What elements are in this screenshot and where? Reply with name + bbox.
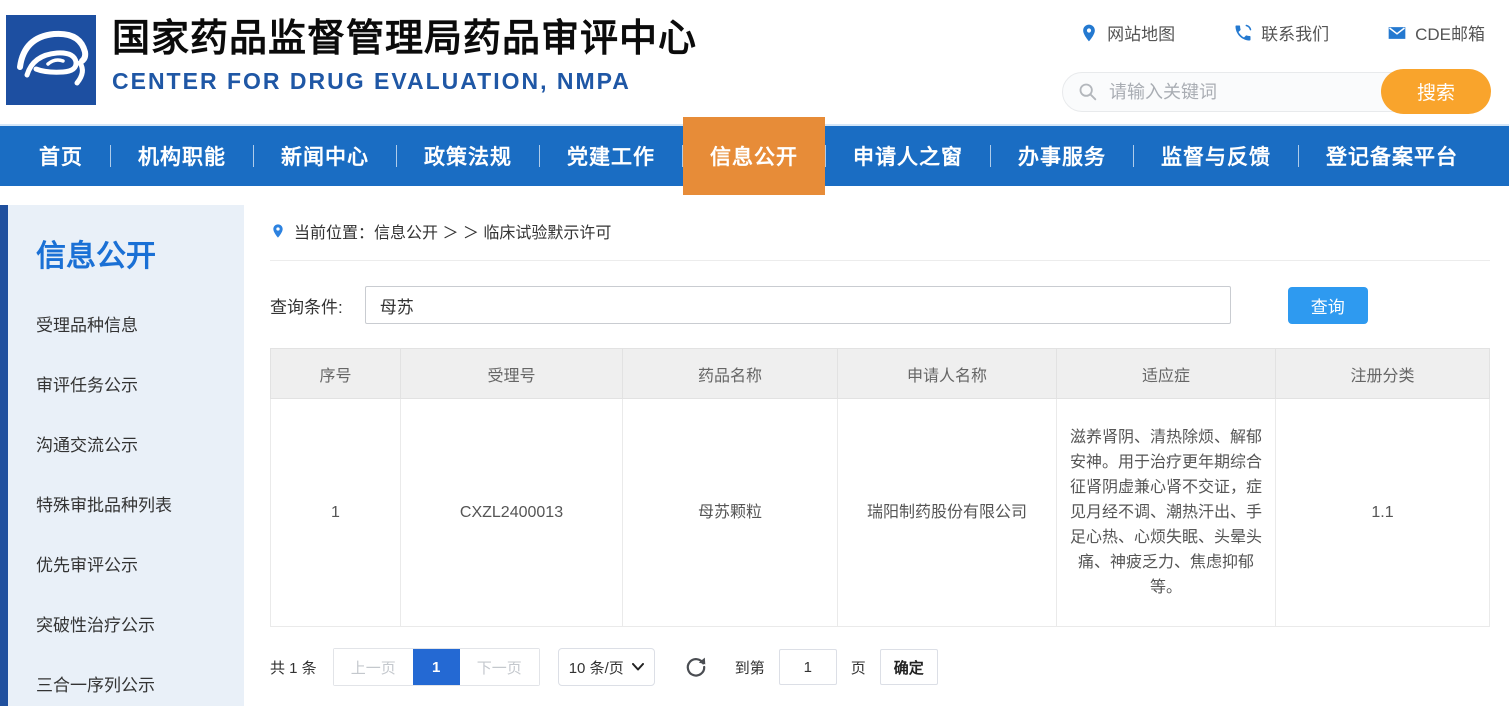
sidebar-item-communication[interactable]: 沟通交流公示 xyxy=(8,413,244,473)
nav-item-registration-platform[interactable]: 登记备案平台 xyxy=(1299,125,1485,187)
col-header-drug-name: 药品名称 xyxy=(622,348,838,399)
mailbox-link[interactable]: CDE邮箱 xyxy=(1387,20,1485,45)
breadcrumb: 当前位置：信息公开 ＞ ＞ 临床试验默示许可 xyxy=(270,205,1490,261)
sitemap-label: 网站地图 xyxy=(1107,25,1176,44)
nav-item-services[interactable]: 办事服务 xyxy=(991,125,1133,187)
current-page-button[interactable]: 1 xyxy=(412,649,460,685)
main-nav: 首页 机构职能 新闻中心 政策法规 党建工作 信息公开 申请人之窗 办事服务 监… xyxy=(0,117,1509,195)
sidebar-item-breakthrough-therapy[interactable]: 突破性治疗公示 xyxy=(8,593,244,653)
quick-links: 网站地图 联系我们 CDE邮箱 xyxy=(1079,20,1485,45)
sitemap-link[interactable]: 网站地图 xyxy=(1079,20,1175,45)
nav-item-info-disclosure[interactable]: 信息公开 xyxy=(683,117,825,195)
confirm-button[interactable]: 确定 xyxy=(879,649,938,685)
location-pin-icon xyxy=(273,224,283,238)
nav-item-party[interactable]: 党建工作 xyxy=(540,125,682,187)
cell-applicant: 瑞阳制药股份有限公司 xyxy=(837,398,1057,627)
col-header-indication: 适应症 xyxy=(1056,348,1276,399)
query-input[interactable] xyxy=(364,286,1231,324)
phone-icon xyxy=(1235,24,1252,40)
page: 国家药品监督管理局药品审评中心 CENTER FOR DRUG EVALUATI… xyxy=(0,0,1509,706)
brand: 国家药品监督管理局药品审评中心 CENTER FOR DRUG EVALUATI… xyxy=(112,16,697,95)
cell-index: 1 xyxy=(270,398,401,627)
cde-logo-icon xyxy=(6,15,96,105)
nav-item-home[interactable]: 首页 xyxy=(12,125,110,187)
next-page-button[interactable]: 下一页 xyxy=(459,649,539,685)
goto-page-input[interactable] xyxy=(778,649,837,685)
prev-page-button[interactable]: 上一页 xyxy=(333,649,413,685)
results-table-wrap: 序号 受理号 药品名称 申请人名称 适应症 注册分类 1 CXZL2400013 xyxy=(270,348,1490,627)
search-icon xyxy=(1079,83,1097,101)
col-header-registration-class: 注册分类 xyxy=(1275,348,1490,399)
nav-item-supervision[interactable]: 监督与反馈 xyxy=(1134,125,1298,187)
goto-page-label: 到第 xyxy=(734,659,765,677)
nav-item-policy[interactable]: 政策法规 xyxy=(397,125,539,187)
cell-drug-name: 母苏颗粒 xyxy=(622,398,838,627)
query-form: 查询条件: 查询 xyxy=(270,286,1490,324)
sidebar-item-accepted-varieties[interactable]: 受理品种信息 xyxy=(8,293,244,353)
sidebar-item-three-in-one[interactable]: 三合一序列公示 xyxy=(8,653,244,706)
site-search-button[interactable]: 搜索 xyxy=(1381,69,1491,114)
main-area: 信息公开 受理品种信息 审评任务公示 沟通交流公示 特殊审批品种列表 优先审评公… xyxy=(0,186,1509,706)
goto-page-unit: 页 xyxy=(850,659,866,677)
pagination-total: 共 1 条 xyxy=(270,659,317,677)
sidebar-item-special-approval[interactable]: 特殊审批品种列表 xyxy=(8,473,244,533)
nav-item-applicant-window[interactable]: 申请人之窗 xyxy=(826,125,990,187)
nav-item-functions[interactable]: 机构职能 xyxy=(111,125,253,187)
site-header: 国家药品监督管理局药品审评中心 CENTER FOR DRUG EVALUATI… xyxy=(0,0,1509,124)
page-size-select[interactable]: 10 条/页 xyxy=(557,648,655,686)
col-header-index: 序号 xyxy=(270,348,401,399)
pager-group: 上一页 1 下一页 xyxy=(332,648,540,686)
col-header-applicant: 申请人名称 xyxy=(837,348,1057,399)
query-label: 查询条件: xyxy=(270,297,343,317)
cell-indication: 滋养肾阴、清热除烦、解郁安神。用于治疗更年期综合征肾阴虚兼心肾不交证，症见月经不… xyxy=(1056,398,1276,627)
sidebar-item-review-tasks[interactable]: 审评任务公示 xyxy=(8,353,244,413)
site-title: 国家药品监督管理局药品审评中心 xyxy=(112,18,698,60)
sidebar-title: 信息公开 xyxy=(36,240,156,273)
breadcrumb-text: 当前位置：信息公开 ＞ ＞ 临床试验默示许可 xyxy=(294,225,612,242)
col-header-acceptance-no: 受理号 xyxy=(400,348,623,399)
content: 当前位置：信息公开 ＞ ＞ 临床试验默示许可 查询条件: 查询 序号 受 xyxy=(270,205,1490,706)
cde-logo xyxy=(6,15,96,105)
pagination: 共 1 条 上一页 1 下一页 10 条/页 到第 1 页 确定 xyxy=(270,648,1490,686)
table-row: 1 CXZL2400013 母苏颗粒 瑞阳制药股份有限公司 滋养肾阴、清热除烦、… xyxy=(270,398,1490,627)
query-button[interactable]: 查询 xyxy=(1287,286,1368,324)
site-search: 搜索 xyxy=(1062,69,1491,114)
sidebar-item-priority-review[interactable]: 优先审评公示 xyxy=(8,533,244,593)
mail-icon xyxy=(1388,26,1406,39)
cell-acceptance-no: CXZL2400013 xyxy=(400,398,623,627)
sidebar: 信息公开 受理品种信息 审评任务公示 沟通交流公示 特殊审批品种列表 优先审评公… xyxy=(0,205,244,706)
site-search-input[interactable] xyxy=(1109,81,1349,103)
nav-item-news[interactable]: 新闻中心 xyxy=(254,125,396,187)
page-size-value: 10 条/页 xyxy=(568,659,624,677)
results-table: 序号 受理号 药品名称 申请人名称 适应症 注册分类 1 CXZL2400013 xyxy=(270,348,1490,627)
location-pin-icon xyxy=(1083,24,1095,41)
contact-label: 联系我们 xyxy=(1261,25,1330,44)
chevron-down-icon xyxy=(631,663,644,671)
mailbox-label: CDE邮箱 xyxy=(1415,25,1485,44)
cell-registration-class: 1.1 xyxy=(1275,398,1490,627)
site-subtitle: CENTER FOR DRUG EVALUATION, NMPA xyxy=(112,68,631,94)
contact-link[interactable]: 联系我们 xyxy=(1233,20,1329,45)
refresh-icon[interactable] xyxy=(683,654,709,680)
table-header-row: 序号 受理号 药品名称 申请人名称 适应症 注册分类 xyxy=(270,348,1490,399)
